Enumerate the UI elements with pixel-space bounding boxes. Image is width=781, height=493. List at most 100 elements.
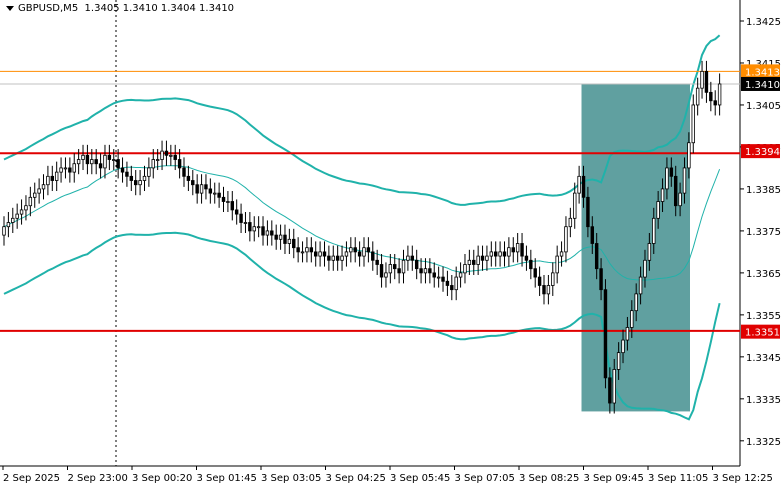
candle-body xyxy=(533,268,537,278)
x-tick-label: 3 Sep 11:05 xyxy=(648,473,708,484)
ohlc-readout: 1.3405 1.3410 1.3404 1.3410 xyxy=(84,3,235,14)
candle-body xyxy=(436,276,441,279)
candle-body xyxy=(2,226,6,236)
candle-body xyxy=(28,196,33,207)
x-tick-label: 3 Sep 12:25 xyxy=(713,473,773,484)
candle-body xyxy=(327,255,331,261)
candle-body xyxy=(498,251,502,257)
y-tick-label: 1.3375 xyxy=(746,227,781,238)
price-tag-label: 1.3410 xyxy=(745,80,780,91)
candle-body xyxy=(164,150,169,156)
candle-body xyxy=(94,159,98,165)
candle-body xyxy=(357,251,362,257)
price-tag-label: 1.3394 xyxy=(745,147,780,158)
candle-body xyxy=(643,259,647,278)
candle-body xyxy=(507,247,511,257)
price-chart[interactable]: 1.34251.34151.34051.33951.33851.33751.33… xyxy=(0,0,781,489)
candle-body xyxy=(243,222,248,224)
candle-body xyxy=(656,201,660,219)
candle-body xyxy=(234,209,239,215)
candle-body xyxy=(33,192,37,198)
candle-body xyxy=(305,247,309,253)
candle-body xyxy=(463,264,467,274)
candle-body xyxy=(450,285,454,291)
y-tick-label: 1.3345 xyxy=(746,353,781,364)
x-tick-label: 3 Sep 03:05 xyxy=(261,473,321,484)
candle-body xyxy=(454,276,458,291)
candle-body xyxy=(467,259,472,265)
candle-body xyxy=(221,196,226,202)
x-tick-label: 3 Sep 00:20 xyxy=(132,473,192,484)
candle-body xyxy=(248,222,252,232)
candle-body xyxy=(59,167,63,173)
x-tick-label: 3 Sep 04:25 xyxy=(326,473,386,484)
candle-body xyxy=(432,272,436,278)
candle-body xyxy=(313,251,318,257)
candle-body xyxy=(287,238,292,244)
candle-body xyxy=(489,251,494,257)
candle-body xyxy=(717,83,722,106)
candle-body xyxy=(296,247,300,253)
candle-body xyxy=(283,234,287,244)
candle-body xyxy=(472,259,476,265)
candle-body xyxy=(230,201,235,211)
candle-body xyxy=(423,268,428,274)
candle-body xyxy=(551,272,555,286)
candle-body xyxy=(335,255,340,261)
candle-body xyxy=(700,70,704,89)
candle-body xyxy=(678,192,682,207)
price-tag-label: 1.3351 xyxy=(745,328,780,339)
candle-body xyxy=(191,180,195,186)
candle-body xyxy=(239,213,243,223)
candle-body xyxy=(682,167,687,194)
candle-body xyxy=(261,226,265,236)
candle-body xyxy=(511,247,515,253)
candle-body xyxy=(590,226,595,244)
candle-body xyxy=(647,243,652,261)
symbol-label: GBPUSD,M5 xyxy=(18,3,79,14)
candle-body xyxy=(217,192,221,198)
candle-body xyxy=(278,234,283,240)
y-tick-label: 1.3365 xyxy=(746,269,781,280)
y-tick-label: 1.3385 xyxy=(746,185,781,196)
candle-body xyxy=(687,142,691,169)
candle-body xyxy=(634,293,638,312)
candle-body xyxy=(120,167,125,173)
candle-body xyxy=(410,255,415,261)
candle-body xyxy=(19,209,24,215)
candle-body xyxy=(366,247,371,253)
candle-body xyxy=(138,180,142,186)
candle-body xyxy=(652,217,656,244)
candle-body xyxy=(353,247,357,253)
candle-body xyxy=(577,175,581,194)
candle-body xyxy=(98,163,103,169)
candle-body xyxy=(612,369,616,404)
candle-body xyxy=(252,226,256,232)
x-tick-label: 3 Sep 01:45 xyxy=(197,473,257,484)
candle-body xyxy=(673,175,678,207)
candle-body xyxy=(621,339,625,354)
candle-body xyxy=(709,91,713,102)
candle-body xyxy=(480,255,485,261)
candle-body xyxy=(660,188,665,202)
candle-body xyxy=(665,167,669,190)
candle-body xyxy=(713,100,717,106)
candle-body xyxy=(270,230,274,236)
candle-body xyxy=(169,154,173,157)
collapse-triangle-icon[interactable] xyxy=(6,5,14,11)
candle-body xyxy=(555,255,559,274)
candle-body xyxy=(599,268,603,291)
candle-body xyxy=(72,163,76,173)
candle-body xyxy=(616,352,621,370)
candle-body xyxy=(344,251,349,257)
chart-window: GBPUSD,M5 1.3405 1.3410 1.3404 1.3410 1.… xyxy=(0,0,781,489)
candle-body xyxy=(669,167,674,177)
candle-body xyxy=(586,196,590,228)
candle-body xyxy=(63,167,68,170)
candle-body xyxy=(476,255,480,265)
candle-body xyxy=(608,377,612,404)
candle-body xyxy=(37,188,41,194)
y-tick-label: 1.3405 xyxy=(746,101,781,112)
candle-body xyxy=(515,243,520,253)
candle-body xyxy=(147,167,151,177)
